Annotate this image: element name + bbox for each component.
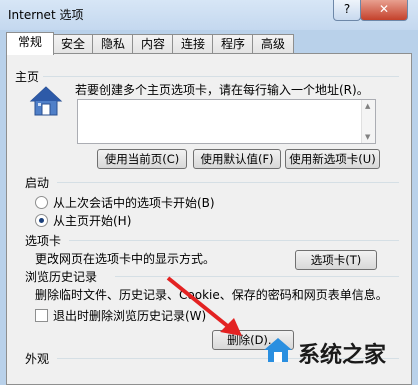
watermark-text: 系统之家 <box>298 343 387 368</box>
annotation-arrow <box>166 276 242 336</box>
home-icon <box>29 84 63 118</box>
close-button[interactable]: ✕ <box>360 0 408 21</box>
use-new-tab-button[interactable]: 使用新选项卡(U) <box>285 149 380 169</box>
history-section-label: 浏览历史记录 <box>25 270 98 284</box>
delete-on-exit-checkbox[interactable] <box>35 309 48 322</box>
scroll-up-icon[interactable]: ▲ <box>365 102 370 110</box>
tab-security[interactable]: 安全 <box>52 34 94 54</box>
house-logo-icon <box>264 338 292 362</box>
tab-content[interactable]: 内容 <box>132 34 174 54</box>
tabs-section-label: 选项卡 <box>25 234 62 248</box>
use-current-button[interactable]: 使用当前页(C) <box>97 149 187 169</box>
tabs-divider <box>69 240 399 241</box>
startup-homepage-label: 从主页开始(H) <box>53 214 132 228</box>
address-scrollbar[interactable]: ▲ ▼ <box>361 100 375 143</box>
startup-last-session-radio[interactable] <box>35 196 48 209</box>
tab-privacy[interactable]: 隐私 <box>92 34 134 54</box>
window-title: Internet 选项 <box>8 8 84 22</box>
scroll-down-icon[interactable]: ▼ <box>365 133 370 141</box>
tab-general[interactable]: 常规 <box>6 32 54 55</box>
homepage-section-label: 主页 <box>15 70 40 84</box>
help-button[interactable]: ? <box>333 0 361 21</box>
tab-strip: 常规 安全 隐私 内容 连接 程序 高级 <box>6 32 412 55</box>
startup-section-label: 启动 <box>25 176 50 190</box>
title-bar: Internet 选项 ? ✕ <box>0 0 418 30</box>
startup-homepage-radio[interactable] <box>35 214 48 227</box>
homepage-divider <box>43 76 399 77</box>
tab-advanced[interactable]: 高级 <box>252 34 294 54</box>
tab-programs[interactable]: 程序 <box>212 34 254 54</box>
tabs-settings-button[interactable]: 选项卡(T) <box>295 250 377 270</box>
appearance-section-label: 外观 <box>25 352 50 366</box>
homepage-address-box[interactable]: ▲ ▼ <box>77 99 376 144</box>
startup-last-session-label: 从上次会话中的选项卡开始(B) <box>53 196 215 210</box>
homepage-instruction: 若要创建多个主页选项卡，请在每行输入一个地址(R)。 <box>75 83 369 97</box>
tab-connections[interactable]: 连接 <box>172 34 214 54</box>
watermark-logo: 系统之家 <box>262 333 418 368</box>
use-default-button[interactable]: 使用默认值(F) <box>193 149 281 169</box>
tabs-description: 更改网页在选项卡中的显示方式。 <box>35 252 216 266</box>
startup-divider <box>57 182 399 183</box>
